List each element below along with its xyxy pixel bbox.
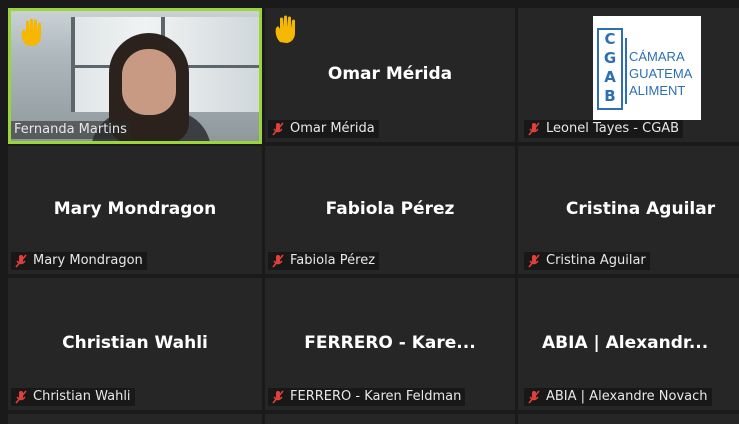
- logo-text: CÁMARA GUATEMA ALIMENT: [629, 49, 693, 98]
- person-face: [122, 49, 176, 115]
- participant-name-label: Fernanda Martins: [11, 121, 131, 139]
- muted-mic-icon: [272, 121, 284, 136]
- video-gallery: Fernanda Martins Omar Mérida Omar Mérida…: [0, 0, 739, 424]
- participant-name: FERRERO - Karen Feldman: [290, 389, 462, 404]
- participant-name-label: FERRERO - Karen Feldman: [268, 388, 466, 406]
- participant-tile-omar-merida[interactable]: Omar Mérida Omar Mérida: [265, 8, 515, 142]
- participant-display-name: Omar Mérida: [327, 64, 453, 84]
- participant-tile-christian-wahli[interactable]: Christian Wahli Christian Wahli: [8, 278, 262, 410]
- muted-mic-icon: [272, 253, 284, 268]
- participant-tile-partial[interactable]: [265, 414, 515, 424]
- participant-name-label: Omar Mérida: [268, 120, 379, 138]
- participant-name-label: Fabiola Pérez: [268, 252, 380, 270]
- participant-tile-partial[interactable]: [8, 414, 262, 424]
- participant-display-name: Christian Wahli: [62, 333, 208, 353]
- participant-name-label: ABIA | Alexandre Novach: [524, 388, 712, 406]
- logo-divider: [625, 38, 627, 104]
- muted-mic-icon: [528, 253, 540, 268]
- participant-display-name: ABIA | Alexandr...: [542, 333, 709, 353]
- participant-name: ABIA | Alexandre Novach: [546, 389, 708, 404]
- participant-name: Leonel Tayes - CGAB: [546, 121, 680, 136]
- participant-display-name: FERRERO - Kare...: [304, 333, 476, 353]
- participant-tile-partial[interactable]: [518, 414, 739, 424]
- participant-tile-fabiola-perez[interactable]: Fabiola Pérez Fabiola Pérez: [265, 146, 515, 274]
- raised-hand-icon: [21, 18, 41, 46]
- participant-name-label: Mary Mondragon: [11, 252, 147, 270]
- participant-tile-abia-alexandre-novach[interactable]: ABIA | Alexandr... ABIA | Alexandre Nova…: [518, 278, 739, 410]
- muted-mic-icon: [15, 253, 27, 268]
- participant-tile-leonel-tayes[interactable]: C G A B CÁMARA GUATEMA ALIMENT Leonel Ta…: [518, 8, 739, 142]
- participant-tile-ferrero-karen-feldman[interactable]: FERRERO - Kare... FERRERO - Karen Feldma…: [265, 278, 515, 410]
- participant-name-label: Christian Wahli: [11, 388, 135, 406]
- participant-name: Christian Wahli: [33, 389, 131, 404]
- participant-name-label: Cristina Aguilar: [524, 252, 650, 270]
- muted-mic-icon: [528, 121, 540, 136]
- participant-name: Omar Mérida: [290, 121, 375, 136]
- muted-mic-icon: [528, 389, 540, 404]
- participant-name: Cristina Aguilar: [546, 253, 646, 268]
- participant-name: Fernanda Martins: [14, 122, 127, 137]
- muted-mic-icon: [15, 389, 27, 404]
- participant-tile-fernanda-martins[interactable]: Fernanda Martins: [8, 8, 262, 144]
- participant-name-label: Leonel Tayes - CGAB: [524, 120, 684, 138]
- participant-display-name: Cristina Aguilar: [565, 199, 716, 219]
- participant-display-name: Fabiola Pérez: [325, 199, 455, 219]
- participant-tile-cristina-aguilar[interactable]: Cristina Aguilar Cristina Aguilar: [518, 146, 739, 274]
- participant-name: Fabiola Pérez: [290, 253, 376, 268]
- raised-hand-icon: [275, 15, 295, 43]
- muted-mic-icon: [272, 389, 284, 404]
- organization-logo: C G A B CÁMARA GUATEMA ALIMENT: [593, 16, 701, 120]
- participant-display-name: Mary Mondragon: [53, 199, 217, 219]
- participant-name: Mary Mondragon: [33, 253, 143, 268]
- participant-tile-mary-mondragon[interactable]: Mary Mondragon Mary Mondragon: [8, 146, 262, 274]
- logo-mark: C G A B: [597, 28, 623, 110]
